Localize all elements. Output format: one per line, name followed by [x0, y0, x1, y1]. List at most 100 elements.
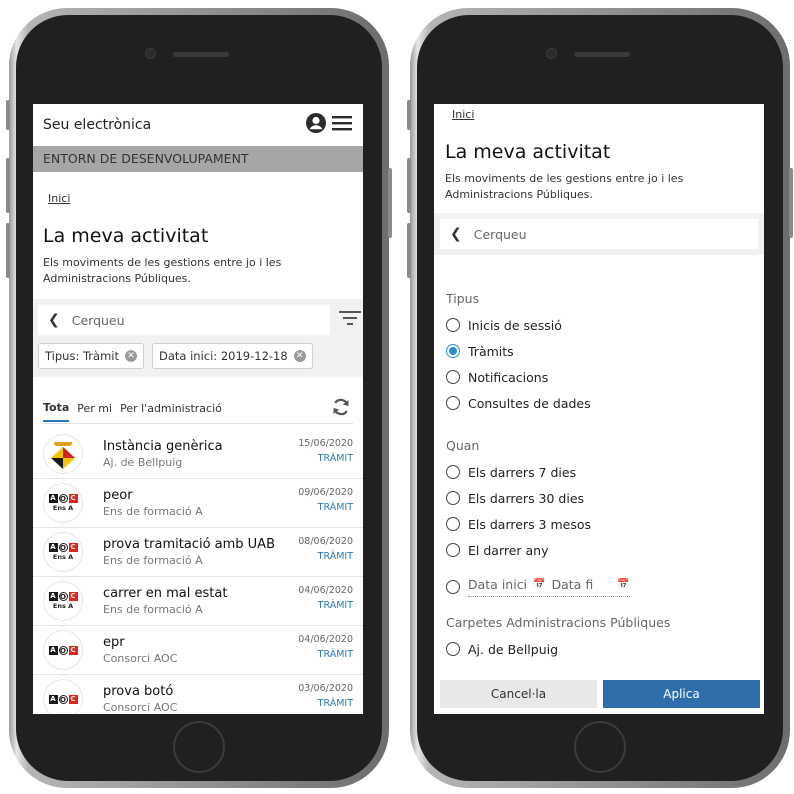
radio-circle[interactable] — [446, 517, 460, 531]
item-organization: Aj. de Bellpuig — [103, 456, 183, 469]
item-date: 08/06/2020 — [298, 536, 353, 547]
logo-letter: C — [68, 543, 78, 552]
quan-radio-group: Els darrers 7 dies Els darrers 30 dies E… — [434, 459, 764, 563]
close-icon[interactable]: ✕ — [293, 350, 306, 362]
earpiece-speaker — [173, 52, 229, 57]
radio-label: Els darrers 7 dies — [468, 464, 577, 480]
radio-circle[interactable] — [446, 491, 460, 505]
radio-circle[interactable] — [446, 318, 460, 332]
coat-of-arms-icon — [43, 434, 83, 474]
front-camera — [546, 48, 557, 59]
radio-30-dies[interactable]: Els darrers 30 dies — [446, 485, 764, 511]
logo-letter: A — [48, 645, 58, 655]
activity-list: Instància genèrica Aj. de Bellpuig 15/06… — [33, 430, 363, 714]
volume-down-button — [6, 223, 10, 278]
filter-chip-tipus[interactable]: Tipus: Tràmit ✕ — [38, 343, 144, 369]
list-item[interactable]: AOC epr Consorci AOC 04/06/2020 TRÀMIT — [33, 626, 363, 675]
radio-tramits[interactable]: Tràmits — [446, 338, 764, 364]
tipus-radio-group: Inicis de sessió Tràmits Notificacions C… — [434, 312, 764, 416]
list-item[interactable]: AOC Ens A peor Ens de formació A 09/06/2… — [33, 479, 363, 528]
breadcrumb-home-link[interactable]: Inici — [452, 108, 764, 121]
volume-up-button — [407, 158, 411, 213]
end-date-input[interactable]: Data fi — [552, 577, 594, 592]
date-range-fields: Data inici 📅 Data fi 📅 — [468, 577, 630, 597]
activity-tabs: Tota Per mi Per l'administració — [33, 393, 363, 423]
volume-up-button — [6, 158, 10, 213]
breadcrumb-home-link[interactable]: Inici — [48, 192, 363, 205]
logo-letter: A — [48, 592, 58, 601]
radio-consultes-de-dades[interactable]: Consultes de dades — [446, 390, 764, 416]
apply-button[interactable]: Aplica — [603, 680, 760, 708]
section-label-carpetes: Carpetes Administracions Públiques — [446, 615, 671, 630]
radio-label: Aj. de Bellpuig — [468, 641, 559, 657]
cancel-button[interactable]: Cancel·la — [440, 680, 597, 708]
close-icon[interactable]: ✕ — [125, 350, 137, 362]
radio-label: Inicis de sessió — [468, 317, 562, 333]
calendar-icon[interactable]: 📅 — [617, 579, 629, 590]
item-organization: Consorci AOC — [103, 652, 178, 665]
user-account-icon[interactable] — [305, 112, 327, 138]
list-item[interactable]: Instància genèrica Aj. de Bellpuig 15/06… — [33, 430, 363, 479]
list-item[interactable]: AOC Ens A carrer en mal estat Ens de for… — [33, 577, 363, 626]
radio-notificacions[interactable]: Notificacions — [446, 364, 764, 390]
radio-label: Els darrers 3 mesos — [468, 516, 592, 532]
radio-label: Consultes de dades — [468, 395, 591, 411]
carpetes-radio-group: Aj. de Bellpuig — [434, 636, 764, 662]
logo-letter: A — [48, 694, 58, 704]
filter-icon[interactable] — [338, 309, 362, 331]
radio-circle-custom-range[interactable] — [446, 580, 460, 594]
tab-per-mi[interactable]: Per mi — [77, 396, 112, 421]
search-input[interactable]: ❮ Cerqueu — [440, 219, 758, 249]
radio-circle[interactable] — [446, 465, 460, 479]
logo-letter: C — [68, 592, 78, 601]
tab-tota[interactable]: Tota — [43, 395, 70, 422]
radio-darrer-any[interactable]: El darrer any — [446, 537, 764, 563]
radio-inicis-de-sessio[interactable]: Inicis de sessió — [446, 312, 764, 338]
radio-circle[interactable] — [446, 642, 460, 656]
radio-3-mesos[interactable]: Els darrers 3 mesos — [446, 511, 764, 537]
item-title: prova tramitació amb UAB — [103, 537, 275, 552]
chip-label: Tipus: Tràmit — [45, 349, 119, 363]
item-organization: Consorci AOC — [103, 701, 178, 714]
item-title: carrer en mal estat — [103, 586, 228, 601]
chevron-left-icon[interactable]: ❮ — [440, 226, 474, 242]
radio-circle[interactable] — [446, 370, 460, 384]
logo-letter: C — [68, 645, 78, 655]
radio-circle[interactable] — [446, 396, 460, 410]
logo-caption: Ens A — [52, 602, 74, 610]
aoc-logo: AOC — [43, 679, 83, 714]
logo-letter: C — [68, 694, 78, 704]
radio-circle[interactable] — [446, 543, 460, 557]
search-input[interactable]: ❮ Cerqueu — [38, 305, 330, 335]
start-date-input[interactable]: Data inici — [468, 577, 527, 592]
home-button[interactable] — [173, 721, 225, 773]
chevron-left-icon[interactable]: ❮ — [38, 312, 72, 328]
aoc-ens-a-logo: AOC Ens A — [43, 483, 83, 523]
logo-caption: Ens A — [52, 553, 74, 561]
radio-7-dies[interactable]: Els darrers 7 dies — [446, 459, 764, 485]
page-title: La meva activitat — [445, 141, 611, 163]
item-date: 04/06/2020 — [298, 634, 353, 645]
hamburger-menu-icon[interactable] — [331, 114, 353, 136]
radio-aj-bellpuig[interactable]: Aj. de Bellpuig — [446, 636, 764, 662]
item-organization: Ens de formació A — [103, 505, 203, 518]
aoc-ens-a-logo: AOC Ens A — [43, 581, 83, 621]
section-label-tipus: Tipus — [446, 291, 480, 306]
item-organization: Ens de formació A — [103, 603, 203, 616]
item-title: peor — [103, 488, 133, 503]
home-button[interactable] — [574, 721, 626, 773]
logo-letter: O — [58, 494, 68, 503]
tab-per-administracio[interactable]: Per l'administració — [120, 396, 222, 421]
environment-banner: ENTORN DE DESENVOLUPAMENT — [33, 146, 363, 172]
item-date: 04/06/2020 — [298, 585, 353, 596]
radio-circle-selected[interactable] — [446, 344, 460, 358]
refresh-icon[interactable] — [331, 397, 351, 421]
list-item[interactable]: AOC prova botó Consorci AOC 03/06/2020 T… — [33, 675, 363, 714]
logo-letter: O — [58, 543, 68, 552]
calendar-icon[interactable]: 📅 — [533, 579, 545, 590]
filter-chip-data-inici[interactable]: Data inici: 2019-12-18 ✕ — [152, 343, 313, 369]
earpiece-speaker — [574, 52, 630, 57]
logo-letter: O — [58, 694, 68, 704]
item-type-badge: TRÀMIT — [317, 551, 353, 562]
list-item[interactable]: AOC Ens A prova tramitació amb UAB Ens d… — [33, 528, 363, 577]
